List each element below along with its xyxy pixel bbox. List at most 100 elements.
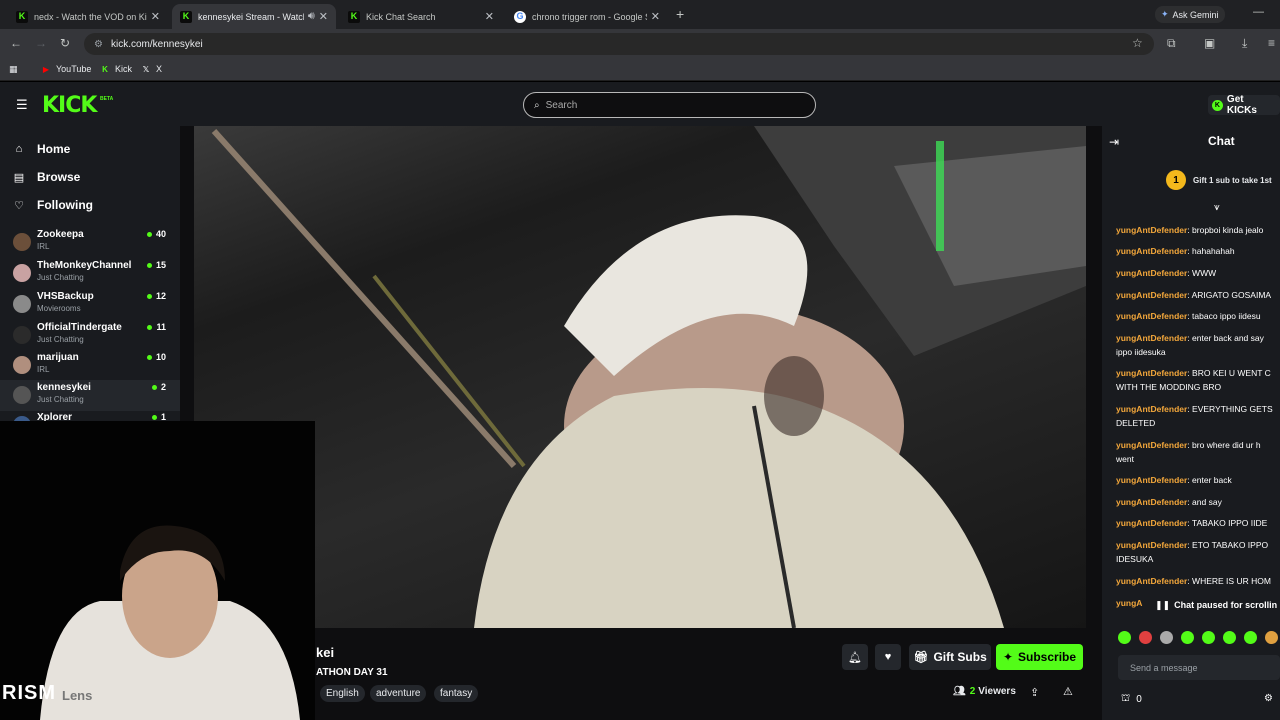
followed-channel[interactable]: marijuan IRL 10 — [0, 350, 180, 381]
sidebar-item-label: Following — [37, 198, 93, 212]
channel-category: Just Chatting — [37, 273, 84, 282]
emote-icon[interactable] — [1139, 631, 1152, 644]
live-dot-icon — [151, 414, 157, 420]
chat-username[interactable]: yungAntDefender — [1116, 440, 1187, 450]
new-tab-button[interactable]: + — [676, 6, 684, 22]
chat-username[interactable]: yungAntDefender — [1116, 475, 1187, 485]
chat-username[interactable]: yungAntDefender — [1116, 225, 1187, 235]
avatar — [13, 233, 31, 251]
get-kicks-button[interactable]: K Get KICKs — [1208, 94, 1280, 116]
search-input[interactable]: ⌕ Search — [523, 92, 816, 118]
channel-points[interactable]: ⛫ 0 — [1121, 693, 1142, 706]
chat-username[interactable]: yungAntDefender — [1116, 368, 1187, 378]
extensions-icon[interactable]: ⧉ — [1167, 36, 1176, 51]
chat-username[interactable]: yungAntDefender — [1116, 311, 1187, 321]
viewer-count: 15 — [146, 260, 166, 270]
url-field[interactable]: ⚙ kick.com/kennesykei — [84, 33, 1154, 55]
close-icon[interactable]: ✕ — [651, 10, 660, 23]
forward-icon[interactable]: → — [35, 36, 47, 50]
reload-icon[interactable]: ↻ — [60, 36, 70, 50]
menu-icon[interactable]: ≡ — [1268, 36, 1275, 50]
emote-icon[interactable] — [1202, 631, 1215, 644]
tag-chip[interactable]: English — [320, 685, 365, 702]
followed-channel[interactable]: TheMonkeyChannel Just Chatting 15 — [0, 258, 180, 289]
subscribe-button[interactable]: ✦ Subscribe — [996, 644, 1083, 670]
bookmark-label: YouTube — [56, 64, 92, 74]
emote-icon[interactable] — [1181, 631, 1194, 644]
followed-channel-selected[interactable]: kennesykei Just Chatting 2 — [0, 380, 180, 411]
bookmark-star-icon[interactable]: ☆ — [1132, 36, 1143, 50]
sidebar-item-home[interactable]: ⌂ Home — [12, 142, 71, 156]
gift-subs-button[interactable]: 🎁︎ Gift Subs — [909, 644, 991, 670]
notification-bell-button[interactable]: 🔔︎ — [842, 644, 868, 670]
settings-icon[interactable]: ⚙ — [1264, 693, 1273, 704]
live-dot-icon — [146, 231, 152, 237]
site-info-icon[interactable]: ⚙ — [94, 39, 103, 50]
gift-badge-icon: 1 — [1166, 170, 1186, 190]
youtube-icon: ▶ — [42, 64, 50, 74]
viewer-count-value: 12 — [155, 291, 166, 301]
chat-username[interactable]: yungAntDefender — [1116, 540, 1187, 550]
viewer-count-value: 10 — [155, 352, 166, 362]
video-player[interactable] — [194, 126, 1086, 628]
report-icon[interactable]: ⚠ — [1063, 685, 1073, 698]
tag-chip[interactable]: adventure — [370, 685, 427, 702]
follow-button[interactable]: ♥ — [875, 644, 901, 670]
emote-icon[interactable] — [1244, 631, 1257, 644]
kick-logo[interactable]: KICK — [42, 93, 97, 118]
emote-icon[interactable] — [1265, 631, 1278, 644]
sidebar-item-following[interactable]: ♡ Following — [12, 198, 93, 212]
close-icon[interactable]: ✕ — [319, 10, 328, 23]
browser-tab[interactable]: K Kick Chat Search ✕ — [340, 4, 502, 29]
emote-icon[interactable] — [1160, 631, 1173, 644]
browser-tab[interactable]: G chrono trigger rom - Google Se ✕ — [506, 4, 668, 29]
followed-channel[interactable]: VHSBackup Movierooms 12 — [0, 289, 180, 320]
chat-username[interactable]: yungAntDefender — [1116, 497, 1187, 507]
chat-paused-banner[interactable]: ❚❚ Chat paused for scrollin — [1151, 596, 1280, 614]
browser-tab[interactable]: K nedx - Watch the VOD on Kick ✕ — [8, 4, 168, 29]
chat-username[interactable]: yungAntDefender — [1116, 518, 1187, 528]
ask-gemini-button[interactable]: ✦ Ask Gemini — [1155, 6, 1225, 23]
hamburger-icon[interactable]: ☰ — [16, 97, 28, 113]
chat-username[interactable]: yungA — [1116, 598, 1142, 608]
sidebar-item-browse[interactable]: ▤ Browse — [12, 170, 81, 184]
collapse-chat-icon[interactable]: ⇥ — [1109, 135, 1119, 149]
browser-tab-active[interactable]: K kennesykei Stream - Watch 🔊︎ ✕ — [172, 4, 336, 29]
viewer-count: 11 — [147, 322, 166, 332]
chat-username[interactable]: yungAntDefender — [1116, 333, 1187, 343]
followed-channel[interactable]: Zookeepa IRL 40 — [0, 227, 180, 258]
chat-text-continued: DELETED — [1116, 418, 1156, 428]
share-icon[interactable]: ⇪ — [1030, 686, 1039, 699]
channel-name: OfficialTindergate — [37, 322, 122, 333]
viewer-count: 10 — [146, 352, 166, 362]
gift-leaderboard[interactable]: 1 Gift 1 sub to take 1st — [1166, 170, 1272, 190]
channel-category: IRL — [37, 242, 50, 251]
back-icon[interactable]: ← — [10, 36, 22, 50]
download-icon[interactable]: ⤓ — [1242, 36, 1247, 51]
sidepanel-icon[interactable]: ▣ — [1204, 36, 1215, 50]
tag-chip[interactable]: fantasy — [434, 685, 479, 702]
chat-message-input[interactable]: Send a message — [1118, 655, 1280, 680]
apps-icon[interactable]: ▦ — [9, 64, 18, 75]
chat-username[interactable]: yungAntDefender — [1116, 268, 1187, 278]
chat-message: yungAntDefender: hahahahah — [1116, 244, 1280, 258]
chat-message: yungAntDefender: tabaco ippo iidesu — [1116, 309, 1280, 323]
bookmark-x[interactable]: 𝕏X — [141, 64, 162, 74]
chat-username[interactable]: yungAntDefender — [1116, 404, 1187, 414]
filter-icon[interactable]: ⩛ — [1214, 202, 1220, 213]
tab-title: nedx - Watch the VOD on Kick — [34, 11, 147, 22]
followed-channel[interactable]: OfficialTindergate Just Chatting 11 — [0, 320, 180, 351]
emote-icon[interactable] — [1118, 631, 1131, 644]
bookmark-youtube[interactable]: ▶ YouTube — [41, 64, 91, 74]
chat-username[interactable]: yungAntDefender — [1116, 576, 1187, 586]
close-icon[interactable]: ✕ — [485, 10, 494, 23]
speaker-icon[interactable]: 🔊︎ — [308, 10, 315, 23]
close-icon[interactable]: ✕ — [151, 10, 160, 23]
points-icon: ⛫ — [1121, 693, 1131, 704]
minimize-button[interactable]: — — [1253, 6, 1264, 18]
chat-username[interactable]: yungAntDefender — [1116, 290, 1187, 300]
emote-icon[interactable] — [1223, 631, 1236, 644]
bookmark-kick[interactable]: K Kick — [100, 64, 132, 74]
chat-username[interactable]: yungAntDefender — [1116, 246, 1187, 256]
viewer-count-value: 11 — [156, 322, 166, 332]
